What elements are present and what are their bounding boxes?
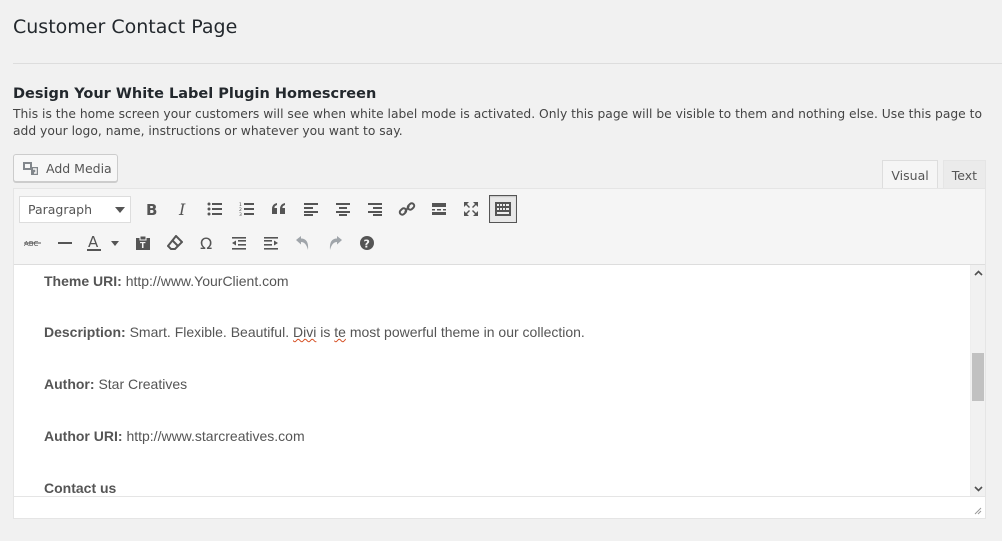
format-select[interactable]: Paragraph bbox=[19, 195, 131, 223]
text-color-icon: A bbox=[87, 234, 119, 251]
special-character-button[interactable]: Ω bbox=[193, 229, 221, 257]
blockquote-icon bbox=[272, 203, 285, 214]
author-value: Star Creatives bbox=[98, 376, 188, 392]
toolbar-row-1: Paragraph B I 1 2 3 bbox=[19, 195, 521, 223]
section-title: Design Your White Label Plugin Homescree… bbox=[13, 86, 377, 102]
align-center-icon bbox=[336, 203, 350, 216]
horizontal-line-icon bbox=[58, 242, 72, 244]
read-more-icon bbox=[432, 203, 446, 215]
misspelled-word: Divi bbox=[292, 324, 317, 340]
svg-text:Ω: Ω bbox=[200, 235, 212, 251]
author-uri-value: http://www.starcreatives.com bbox=[126, 428, 305, 444]
author-label: Author: bbox=[44, 376, 95, 392]
theme-uri-label: Theme URI: bbox=[44, 273, 122, 289]
bold-icon: B bbox=[146, 201, 157, 217]
format-select-value: Paragraph bbox=[28, 201, 93, 217]
theme-uri-value: http://www.YourClient.com bbox=[125, 273, 289, 289]
blockquote-button[interactable] bbox=[265, 195, 293, 223]
author-uri-label: Author URI: bbox=[44, 428, 123, 444]
link-button[interactable] bbox=[393, 195, 421, 223]
paste-as-text-icon: T bbox=[136, 235, 150, 250]
scroll-down-button[interactable] bbox=[971, 481, 986, 496]
contact-line: Contact us bbox=[44, 480, 116, 496]
bullet-list-button[interactable] bbox=[201, 195, 229, 223]
tab-visual[interactable]: Visual bbox=[882, 160, 938, 189]
undo-icon bbox=[296, 236, 309, 250]
italic-icon: I bbox=[178, 201, 186, 217]
add-media-button[interactable]: Add Media bbox=[13, 154, 118, 182]
svg-text:I: I bbox=[178, 201, 186, 217]
tab-text[interactable]: Text bbox=[942, 160, 986, 189]
editor-content[interactable]: Theme URI: http://www.YourClient.com Des… bbox=[14, 265, 970, 496]
chevron-down-icon bbox=[115, 206, 125, 213]
fullscreen-button[interactable] bbox=[457, 195, 485, 223]
description-text: most powerful theme in our collection. bbox=[349, 324, 585, 340]
editor-status-bar bbox=[14, 496, 985, 518]
editor-tabs: Visual Text bbox=[877, 160, 986, 189]
svg-text:A: A bbox=[88, 234, 99, 251]
help-icon: ? bbox=[360, 236, 374, 251]
add-media-icon bbox=[23, 162, 38, 175]
align-right-button[interactable] bbox=[361, 195, 389, 223]
clear-formatting-icon bbox=[167, 235, 183, 250]
toolbar-toggle-button[interactable] bbox=[489, 195, 517, 223]
bullet-list-icon bbox=[207, 202, 222, 216]
read-more-button[interactable] bbox=[425, 195, 453, 223]
rich-text-editor: Paragraph B I 1 2 3 ABC A T Ω ? Theme UR… bbox=[13, 188, 986, 519]
toolbar-row-2: ABC A T Ω ? bbox=[19, 229, 385, 257]
resize-grip-icon[interactable] bbox=[974, 507, 982, 515]
horizontal-line-button[interactable] bbox=[51, 229, 79, 257]
redo-icon bbox=[329, 236, 342, 250]
align-left-icon bbox=[304, 203, 318, 216]
svg-text:B: B bbox=[146, 201, 157, 217]
chevron-up-icon bbox=[974, 269, 983, 276]
align-left-button[interactable] bbox=[297, 195, 325, 223]
scroll-up-button[interactable] bbox=[971, 265, 986, 280]
author-uri-line: Author URI: http://www.starcreatives.com bbox=[44, 428, 305, 444]
link-icon bbox=[398, 202, 416, 216]
svg-text:?: ? bbox=[364, 238, 370, 251]
align-center-button[interactable] bbox=[329, 195, 357, 223]
svg-text:T: T bbox=[140, 241, 146, 250]
add-media-label: Add Media bbox=[46, 160, 112, 176]
help-button[interactable]: ? bbox=[353, 229, 381, 257]
numbered-list-button[interactable]: 1 2 3 bbox=[233, 195, 261, 223]
divider bbox=[13, 63, 1002, 64]
align-right-icon bbox=[368, 203, 382, 216]
misspelled-word: te bbox=[334, 324, 346, 340]
text-color-button[interactable]: A bbox=[83, 229, 125, 257]
bold-button[interactable]: B bbox=[137, 195, 165, 223]
page-title: Customer Contact Page bbox=[13, 16, 238, 38]
svg-text:3: 3 bbox=[239, 212, 242, 216]
author-line: Author: Star Creatives bbox=[44, 376, 187, 392]
fullscreen-icon bbox=[464, 202, 478, 216]
undo-button[interactable] bbox=[289, 229, 317, 257]
svg-text:ABC: ABC bbox=[24, 240, 38, 248]
numbered-list-icon: 1 2 3 bbox=[239, 202, 254, 216]
special-character-icon: Ω bbox=[200, 235, 212, 251]
chevron-down-icon bbox=[974, 485, 983, 492]
clear-formatting-button[interactable] bbox=[161, 229, 189, 257]
outdent-icon bbox=[232, 237, 246, 250]
description-line: Description: Smart. Flexible. Beautiful.… bbox=[44, 324, 585, 340]
editor-toolbar: Paragraph B I 1 2 3 ABC A T Ω ? bbox=[14, 189, 985, 265]
contact-label: Contact us bbox=[44, 480, 117, 496]
description-label: Description: bbox=[44, 324, 126, 340]
paste-as-text-button[interactable]: T bbox=[129, 229, 157, 257]
description-text: is bbox=[320, 324, 331, 340]
description-text: Smart. Flexible. Beautiful. bbox=[129, 324, 290, 340]
toolbar-toggle-icon bbox=[495, 202, 511, 216]
theme-uri-line: Theme URI: http://www.YourClient.com bbox=[44, 273, 289, 289]
editor-scrollbar[interactable] bbox=[970, 265, 985, 496]
scroll-thumb[interactable] bbox=[972, 353, 984, 401]
redo-button[interactable] bbox=[321, 229, 349, 257]
indent-button[interactable] bbox=[257, 229, 285, 257]
strikethrough-icon: ABC bbox=[24, 240, 41, 248]
indent-icon bbox=[264, 237, 278, 250]
outdent-button[interactable] bbox=[225, 229, 253, 257]
strikethrough-button[interactable]: ABC bbox=[19, 229, 47, 257]
section-description: This is the home screen your customers w… bbox=[13, 107, 982, 138]
italic-button[interactable]: I bbox=[169, 195, 197, 223]
